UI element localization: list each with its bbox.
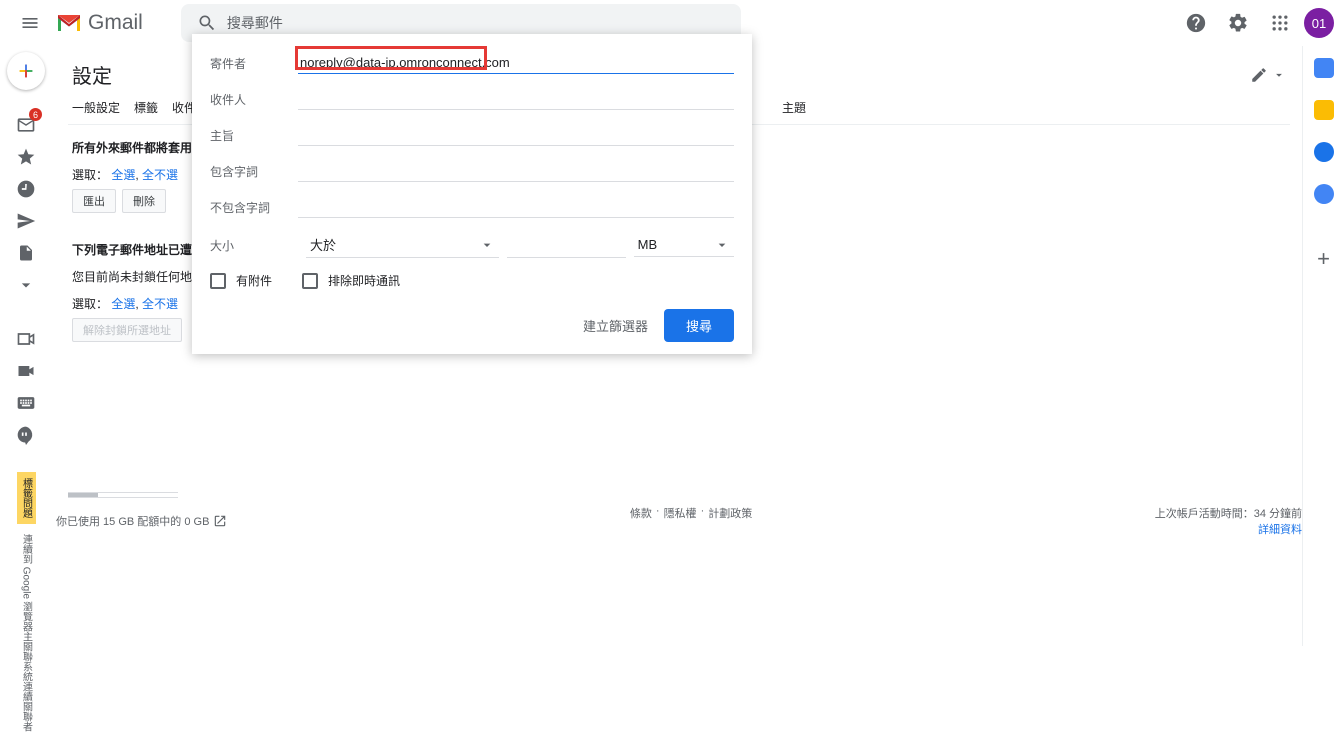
tab-themes[interactable]: 主題 <box>782 99 806 116</box>
sidebar-snoozed[interactable] <box>6 174 46 204</box>
includes-input[interactable] <box>298 160 734 182</box>
delete-button[interactable]: 刪除 <box>122 189 166 213</box>
addons-button[interactable]: + <box>1317 246 1330 272</box>
size-value-input[interactable] <box>507 233 626 258</box>
chevron-down-icon <box>479 237 495 253</box>
storage-text: 你已使用 15 GB 配額中的 0 GB <box>56 513 209 529</box>
plus-icon <box>15 60 37 82</box>
tab-general[interactable]: 一般設定 <box>72 99 120 116</box>
footer-terms[interactable]: 條款 <box>630 505 652 537</box>
star-icon <box>16 147 36 167</box>
label-includes: 包含字詞 <box>210 163 298 180</box>
edit-dropdown[interactable] <box>1250 66 1286 84</box>
keyboard-icon <box>16 393 36 413</box>
select-all-link-2[interactable]: 全選 <box>111 297 135 311</box>
page-title: 設定 <box>72 60 112 89</box>
footer-activity: 上次帳戶活動時間：34 分鐘前 <box>1155 505 1302 521</box>
settings-button[interactable] <box>1220 5 1256 41</box>
sidebar-label-yellow[interactable]: 標籤問題 <box>17 472 36 524</box>
label-subject: 主旨 <box>210 127 298 144</box>
select-none-link-2[interactable]: 全不選 <box>142 297 178 311</box>
support-button[interactable] <box>1178 5 1214 41</box>
chevron-down-icon <box>714 237 730 253</box>
unblock-button: 解除封鎖所選地址 <box>72 318 182 342</box>
label-size: 大小 <box>210 237 298 254</box>
label-to: 收件人 <box>210 91 298 108</box>
search-icon <box>197 13 217 33</box>
sidebar-vertical-note: 連續到 Google 瀏覽器主關聯系統連續關聯者 <box>19 534 34 732</box>
from-input[interactable] <box>298 52 734 74</box>
chevron-down-icon <box>1272 68 1286 82</box>
video-icon <box>16 329 36 349</box>
size-operator-dropdown[interactable]: 大於 <box>306 232 499 258</box>
sidebar-starred[interactable] <box>6 142 46 172</box>
compose-button[interactable] <box>7 52 45 90</box>
size-unit-dropdown[interactable]: MB <box>634 234 734 257</box>
select-all-link[interactable]: 全選 <box>111 168 135 182</box>
create-filter-link[interactable]: 建立篩選器 <box>583 316 648 335</box>
sidebar-sent[interactable] <box>6 206 46 236</box>
hamburger-icon <box>20 13 40 33</box>
account-avatar[interactable]: 01 <box>1304 8 1334 38</box>
chevron-down-icon <box>16 275 36 295</box>
apps-button[interactable] <box>1262 5 1298 41</box>
footer-policies[interactable]: 計劃政策 <box>708 505 752 537</box>
gmail-text: Gmail <box>88 11 143 35</box>
select-none-link[interactable]: 全不選 <box>142 168 178 182</box>
gear-icon <box>1227 12 1249 34</box>
file-icon <box>17 244 35 262</box>
contacts-app-icon[interactable] <box>1314 184 1334 204</box>
pen-icon <box>1250 66 1268 84</box>
send-icon <box>16 211 36 231</box>
sidebar-keyboard[interactable] <box>6 388 46 418</box>
tab-labels[interactable]: 標籤 <box>134 99 158 116</box>
horizontal-scrollbar[interactable] <box>68 492 178 498</box>
sidebar-hangouts[interactable] <box>6 420 46 450</box>
sidebar-meet-new[interactable] <box>6 324 46 354</box>
scrollbar-thumb[interactable] <box>68 493 98 497</box>
search-placeholder: 搜尋郵件 <box>227 13 283 33</box>
subject-input[interactable] <box>298 124 734 146</box>
sidebar-more[interactable] <box>6 270 46 300</box>
has-attachment-checkbox[interactable]: 有附件 <box>210 272 272 289</box>
help-icon <box>1185 12 1207 34</box>
checkbox-icon <box>302 273 318 289</box>
video-filled-icon <box>16 361 36 381</box>
footer: 你已使用 15 GB 配額中的 0 GB 條款 · 隱私權 · 計劃政策 上次帳… <box>56 505 1302 537</box>
tasks-app-icon[interactable] <box>1314 142 1334 162</box>
label-from: 寄件者 <box>210 55 298 72</box>
label-excludes: 不包含字詞 <box>210 199 298 216</box>
left-sidebar: 6 標籤問題 連續到 Google 瀏覽器主關聯系統連續關聯者 <box>0 46 52 732</box>
gmail-logo[interactable]: Gmail <box>56 11 143 35</box>
main-menu-button[interactable] <box>8 1 52 45</box>
checkbox-icon <box>210 273 226 289</box>
open-in-new-icon[interactable] <box>213 514 227 528</box>
exclude-chats-checkbox[interactable]: 排除即時通訊 <box>302 272 400 289</box>
inbox-badge: 6 <box>29 108 42 121</box>
footer-details[interactable]: 詳細資料 <box>1155 521 1302 537</box>
sidebar-inbox[interactable]: 6 <box>6 110 46 140</box>
search-filter-panel: 寄件者 收件人 主旨 包含字詞 不包含字詞 大小 大於 MB 有附件 <box>192 34 752 354</box>
footer-privacy[interactable]: 隱私權 <box>664 505 697 537</box>
right-sidebar: + <box>1302 46 1344 646</box>
to-input[interactable] <box>298 88 734 110</box>
search-button[interactable]: 搜尋 <box>664 309 734 342</box>
chat-bubble-icon <box>16 425 36 445</box>
gmail-icon <box>56 13 82 33</box>
header-right: 01 <box>1178 0 1334 46</box>
sidebar-drafts[interactable] <box>6 238 46 268</box>
sidebar-meet-join[interactable] <box>6 356 46 386</box>
keep-app-icon[interactable] <box>1314 100 1334 120</box>
export-button[interactable]: 匯出 <box>72 189 116 213</box>
clock-icon <box>16 179 36 199</box>
excludes-input[interactable] <box>298 196 734 218</box>
apps-grid-icon <box>1270 13 1290 33</box>
calendar-app-icon[interactable] <box>1314 58 1334 78</box>
